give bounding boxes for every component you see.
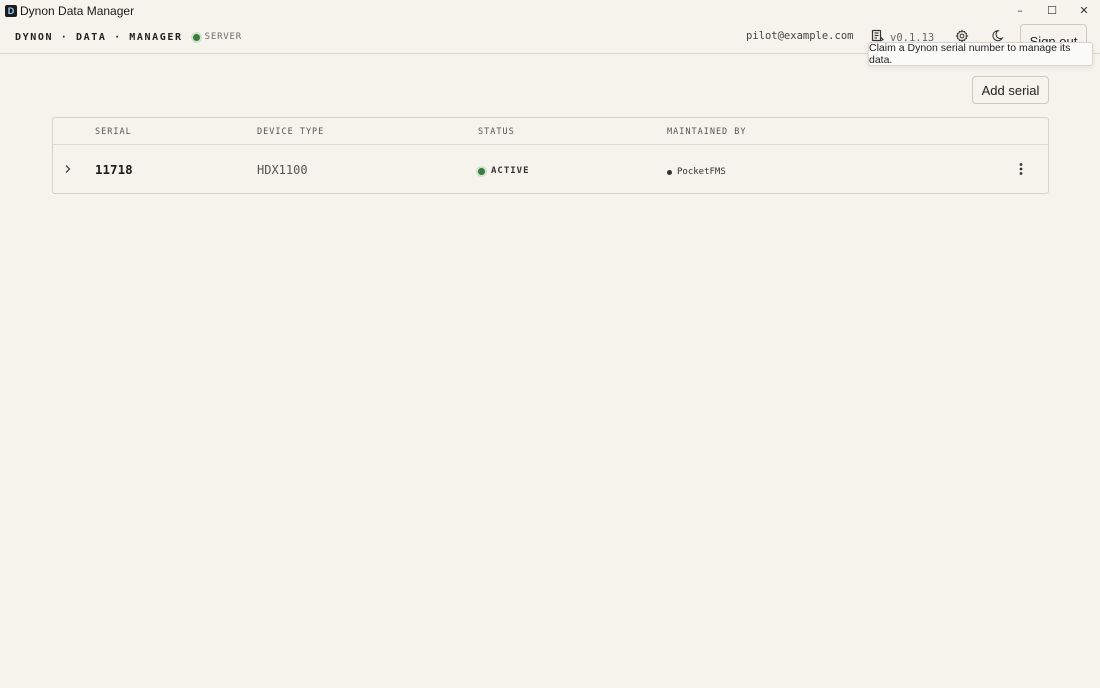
maintained-by: PocketFMS xyxy=(667,167,726,177)
table-row[interactable]: 11718 HDX1100 ACTIVE PocketFMS xyxy=(53,145,1048,194)
maximize-button[interactable]: ☐ xyxy=(1036,0,1068,21)
maintainer-label: PocketFMS xyxy=(677,167,726,177)
server-label: SERVER xyxy=(204,32,242,42)
maintainer-dot xyxy=(667,169,672,175)
status-badge: ACTIVE xyxy=(478,166,530,176)
table-header: SERIAL DEVICE TYPE STATUS MAINTAINED BY xyxy=(53,118,1048,145)
minimize-button[interactable]: – xyxy=(1004,0,1036,21)
status-label: ACTIVE xyxy=(491,166,530,176)
window-titlebar: D Dynon Data Manager – ☐ ✕ xyxy=(0,0,1100,21)
server-status-dot xyxy=(192,33,200,41)
serial-value: 11718 xyxy=(95,162,133,177)
more-vertical-icon[interactable] xyxy=(1014,161,1028,177)
serials-table: SERIAL DEVICE TYPE STATUS MAINTAINED BY … xyxy=(52,117,1049,194)
add-serial-tooltip: Claim a Dynon serial number to manage it… xyxy=(868,42,1093,66)
add-serial-button[interactable]: Add serial xyxy=(972,76,1049,104)
column-header-maintained-by: MAINTAINED BY xyxy=(667,127,747,137)
column-header-device-type: DEVICE TYPE xyxy=(257,127,325,137)
user-email: pilot@example.com xyxy=(746,30,854,42)
status-dot xyxy=(478,167,485,175)
brand-title: DYNON · DATA · MANAGER xyxy=(15,31,183,43)
window-controls: – ☐ ✕ xyxy=(1004,0,1100,21)
chevron-right-icon[interactable] xyxy=(62,162,74,176)
app-icon: D xyxy=(5,4,17,17)
window-title: Dynon Data Manager xyxy=(20,3,135,18)
column-header-status: STATUS xyxy=(478,127,515,137)
server-badge: SERVER xyxy=(192,32,242,42)
device-type-value: HDX1100 xyxy=(257,163,308,177)
close-button[interactable]: ✕ xyxy=(1068,0,1100,21)
column-header-serial: SERIAL xyxy=(95,127,132,137)
